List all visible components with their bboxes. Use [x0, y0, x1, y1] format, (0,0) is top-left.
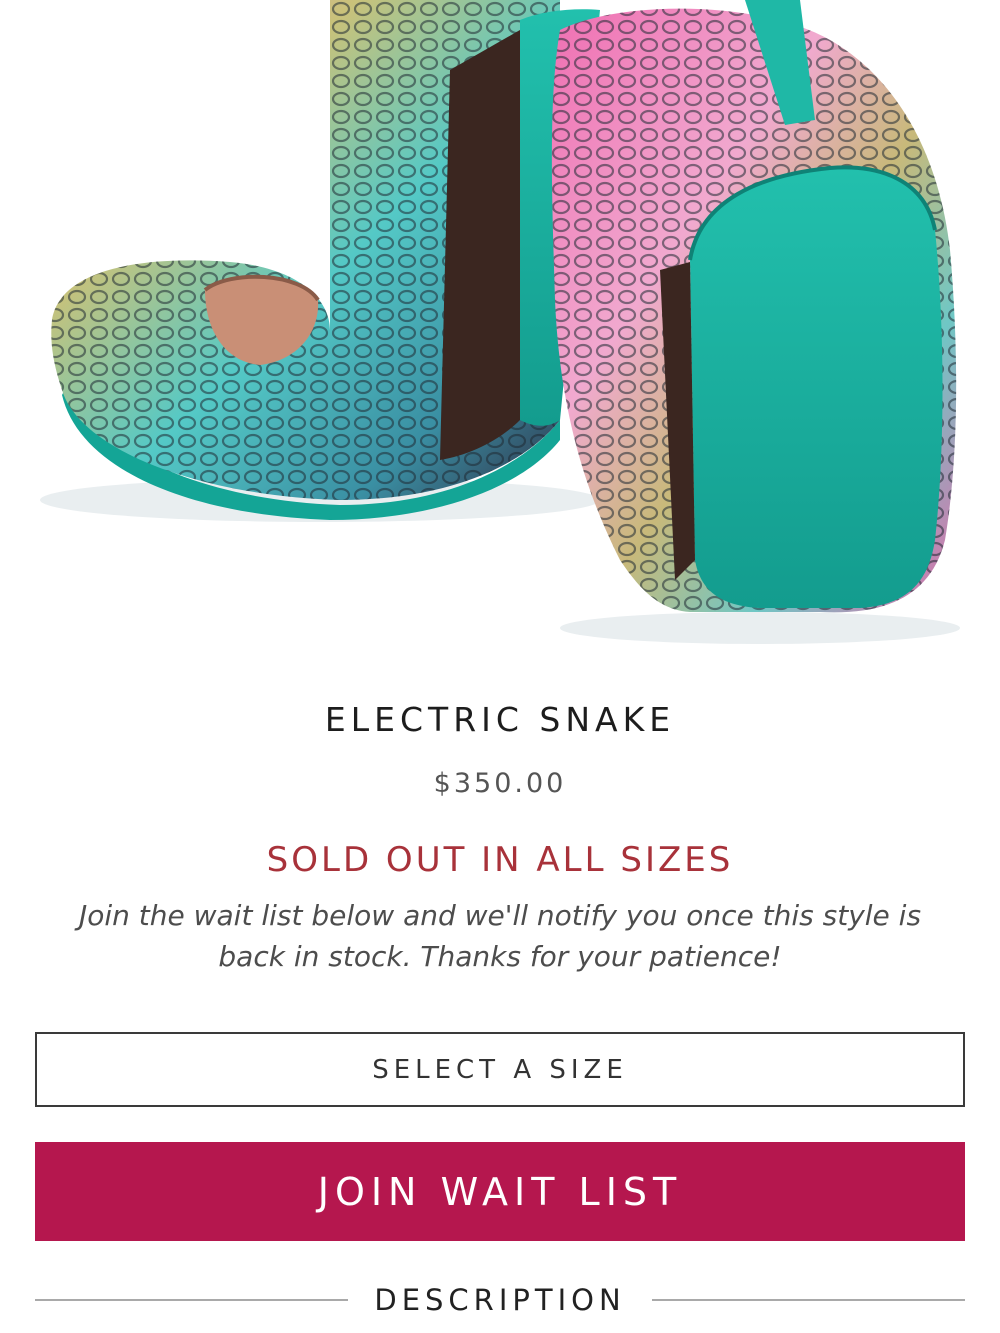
product-page: ELECTRIC SNAKE $350.00 SOLD OUT IN ALL S…: [0, 0, 1000, 1333]
divider-left: [35, 1299, 349, 1301]
product-title: ELECTRIC SNAKE: [324, 700, 676, 739]
product-image[interactable]: [0, 0, 1000, 660]
divider-right: [651, 1299, 966, 1301]
product-price: $350.00: [433, 768, 567, 799]
size-select-label: SELECT A SIZE: [372, 1054, 628, 1085]
join-wait-list-button[interactable]: JOIN WAIT LIST: [35, 1142, 965, 1241]
join-wait-list-label: JOIN WAIT LIST: [317, 1169, 683, 1214]
wait-list-notice: Join the wait list below and we'll notif…: [78, 899, 922, 973]
size-select-dropdown[interactable]: SELECT A SIZE: [35, 1032, 965, 1107]
description-label: DESCRIPTION: [374, 1283, 626, 1317]
description-section-header[interactable]: DESCRIPTION: [35, 1280, 966, 1320]
sold-out-status: SOLD OUT IN ALL SIZES: [266, 840, 734, 880]
snake-flats-illustration: [40, 0, 960, 644]
